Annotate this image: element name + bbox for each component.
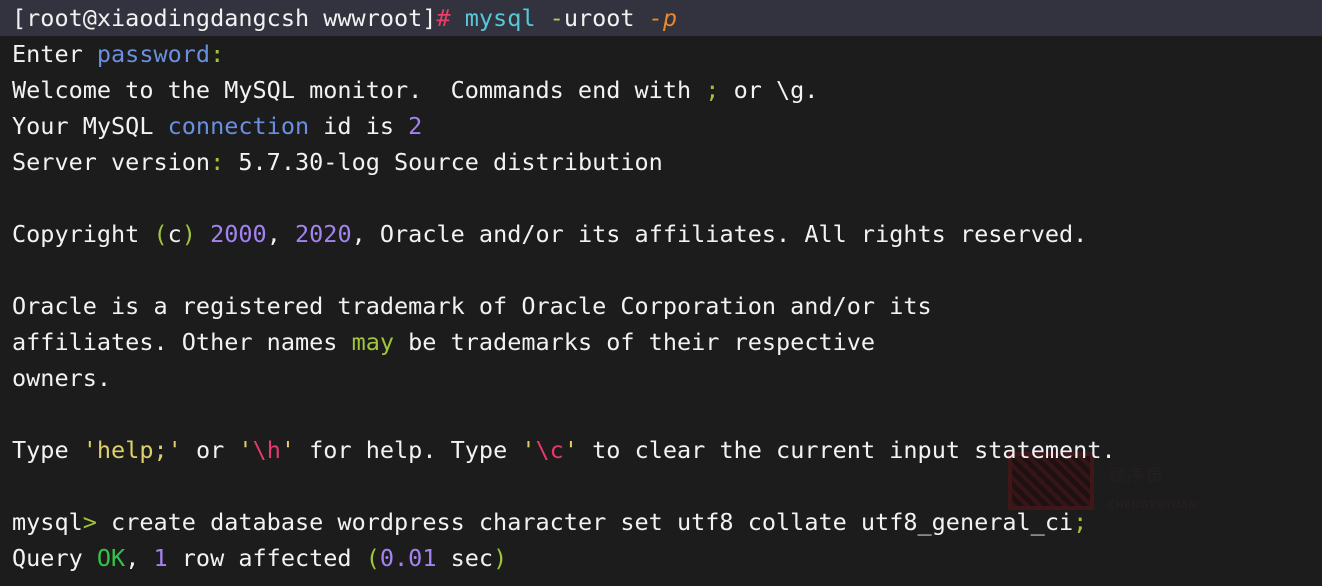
- help-hint-middle: for help. Type: [295, 436, 522, 464]
- server-version-value: 5.7.30-log Source distribution: [224, 148, 663, 176]
- quote-open-symbol: ': [238, 436, 253, 464]
- colon-symbol: :: [210, 148, 225, 176]
- rows-affected-count: 1: [153, 544, 168, 572]
- connection-id-value: 2: [408, 112, 423, 140]
- terminal-line-help-hint: Type 'help;' or '\h' for help. Type '\c'…: [0, 432, 1322, 468]
- terminal-line-sql-command[interactable]: mysql> create database wordpress charact…: [0, 504, 1322, 540]
- copyright-year-end: 2020: [295, 220, 352, 248]
- terminal-line-server-version: Server version: 5.7.30-log Source distri…: [0, 144, 1322, 180]
- terminal-line-password-prompt: Enter password:: [0, 36, 1322, 72]
- owners-text: owners.: [12, 364, 112, 392]
- quote-open-symbol: ': [521, 436, 536, 464]
- quote-close-symbol: ': [280, 436, 295, 464]
- may-keyword: may: [351, 328, 395, 356]
- terminal-line-connection-id: Your MySQL connection id is 2: [0, 108, 1322, 144]
- paren-open-symbol: (: [153, 220, 168, 248]
- welcome-text-part1: Welcome to the MySQL monitor. Commands e…: [12, 76, 706, 104]
- terminal-line-welcome: Welcome to the MySQL monitor. Commands e…: [0, 72, 1322, 108]
- paren-close-symbol: ): [181, 220, 196, 248]
- copyright-owner-text: , Oracle and/or its affiliates. All righ…: [351, 220, 1088, 248]
- connection-keyword: connection: [167, 112, 310, 140]
- server-version-label: Server version: [12, 148, 211, 176]
- colon-symbol: :: [210, 40, 225, 68]
- paren-open-symbol: (: [365, 544, 380, 572]
- paren-close-symbol: ): [493, 544, 508, 572]
- connection-text-part1: Your MySQL: [12, 112, 168, 140]
- query-status-ok: OK: [96, 544, 126, 572]
- semicolon-symbol: ;: [1073, 508, 1088, 536]
- sql-statement-text: create database wordpress character set …: [96, 508, 1074, 536]
- command-name: mysql: [464, 4, 536, 32]
- flag-dash: -: [549, 4, 564, 32]
- quote-close-symbol: ': [563, 436, 578, 464]
- flag-password: -p: [648, 4, 678, 32]
- trademark-text: Oracle is a registered trademark of Orac…: [12, 292, 932, 320]
- elapsed-time-unit: sec: [436, 544, 494, 572]
- terminal-line-trademark-3: owners.: [0, 360, 1322, 396]
- help-hint-tail: to clear the current input statement.: [577, 436, 1116, 464]
- escape-h-literal: \h: [252, 436, 281, 464]
- escape-c-literal: \c: [535, 436, 564, 464]
- shell-prompt: [root@xiaodingdangcsh wwwroot]: [12, 4, 437, 32]
- terminal-line-prompt[interactable]: [root@xiaodingdangcsh wwwroot]# mysql -u…: [0, 0, 1322, 36]
- connection-text-part2: id is: [309, 112, 409, 140]
- copyright-label: Copyright: [12, 220, 154, 248]
- mysql-prompt-arrow: >: [82, 508, 97, 536]
- welcome-text-part2: or \g.: [719, 76, 819, 104]
- help-command-literal: 'help;': [82, 436, 182, 464]
- flag-user-value: uroot: [563, 4, 635, 32]
- terminal-output: [root@xiaodingdangcsh wwwroot]# mysql -u…: [0, 0, 1322, 576]
- terminal-line-trademark-2: affiliates. Other names may be trademark…: [0, 324, 1322, 360]
- rows-affected-label: row affected: [167, 544, 366, 572]
- elapsed-time-value: 0.01: [379, 544, 437, 572]
- affiliates-text-part2: be trademarks of their respective: [394, 328, 876, 356]
- copyright-year-start: 2000: [210, 220, 267, 248]
- comma-separator: ,: [266, 220, 295, 248]
- copyright-c-letter: c: [167, 220, 182, 248]
- type-label: Type: [12, 436, 83, 464]
- mysql-prompt-label: mysql: [12, 508, 83, 536]
- semicolon-symbol: ;: [705, 76, 720, 104]
- query-label: Query: [12, 544, 97, 572]
- terminal-line-trademark-1: Oracle is a registered trademark of Orac…: [0, 288, 1322, 324]
- prompt-hash-symbol: #: [436, 4, 451, 32]
- terminal-window[interactable]: 程序员 CHENGXUYUAN [root@xiaodingdangcsh ww…: [0, 0, 1322, 586]
- terminal-line-copyright: Copyright (c) 2000, 2020, Oracle and/or …: [0, 216, 1322, 252]
- comma-separator: ,: [125, 544, 154, 572]
- affiliates-text-part1: affiliates. Other names: [12, 328, 352, 356]
- enter-label: Enter: [12, 40, 97, 68]
- password-word: password: [96, 40, 211, 68]
- or-separator: or: [181, 436, 239, 464]
- terminal-line-query-result: Query OK, 1 row affected (0.01 sec): [0, 540, 1322, 576]
